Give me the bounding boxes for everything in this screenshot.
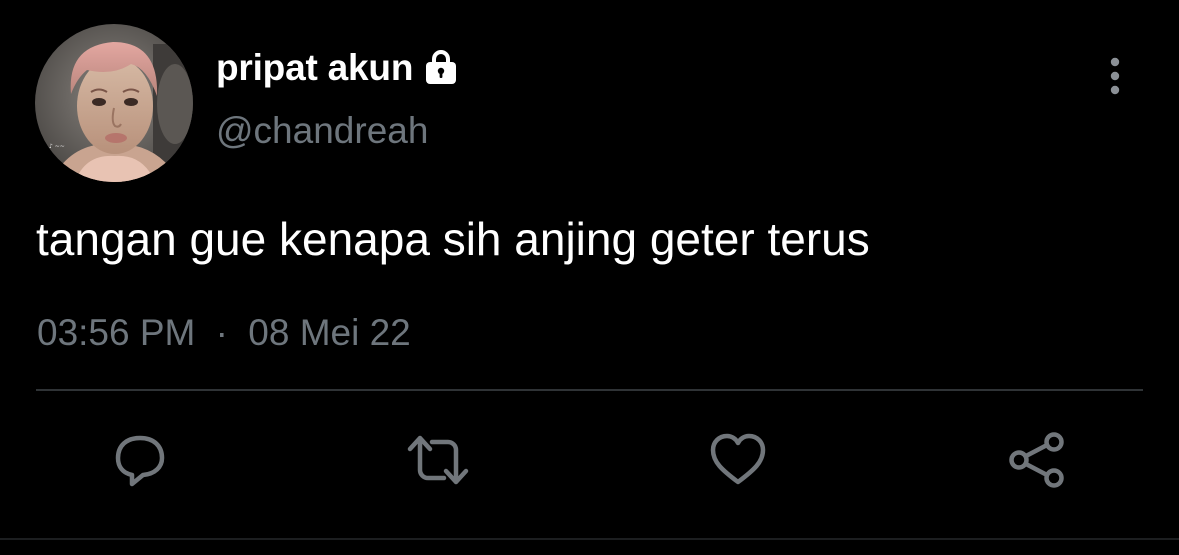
more-vertical-icon[interactable] (1098, 56, 1132, 96)
tweet-detail: ♪ ~~ pripat akun @chandreah tangan gue k… (0, 0, 1179, 555)
tweet-timestamp[interactable]: 03:56 PM · 08 Mei 22 (37, 312, 411, 354)
retweet-button[interactable] (406, 430, 470, 494)
avatar[interactable]: ♪ ~~ (35, 24, 193, 182)
reply-bubble-icon (110, 430, 170, 495)
divider (36, 389, 1143, 391)
heart-icon (708, 430, 768, 495)
name-row: pripat akun (216, 44, 461, 92)
share-button[interactable] (1006, 430, 1070, 494)
svg-text:♪ ~~: ♪ ~~ (49, 143, 65, 150)
reply-button[interactable] (108, 430, 172, 494)
avatar-photo: ♪ ~~ (35, 24, 193, 182)
user-handle[interactable]: @chandreah (216, 110, 428, 152)
tweet-text: tangan gue kenapa sih anjing geter terus (36, 213, 870, 265)
lock-icon (421, 48, 461, 88)
display-name[interactable]: pripat akun (216, 47, 413, 89)
tweet-date: 08 Mei 22 (248, 312, 411, 353)
meta-separator: · (215, 312, 228, 353)
tweet-time: 03:56 PM (37, 312, 196, 353)
share-icon (1006, 430, 1070, 495)
retweet-icon (406, 430, 470, 495)
bottom-divider (0, 538, 1179, 540)
like-button[interactable] (706, 430, 770, 494)
